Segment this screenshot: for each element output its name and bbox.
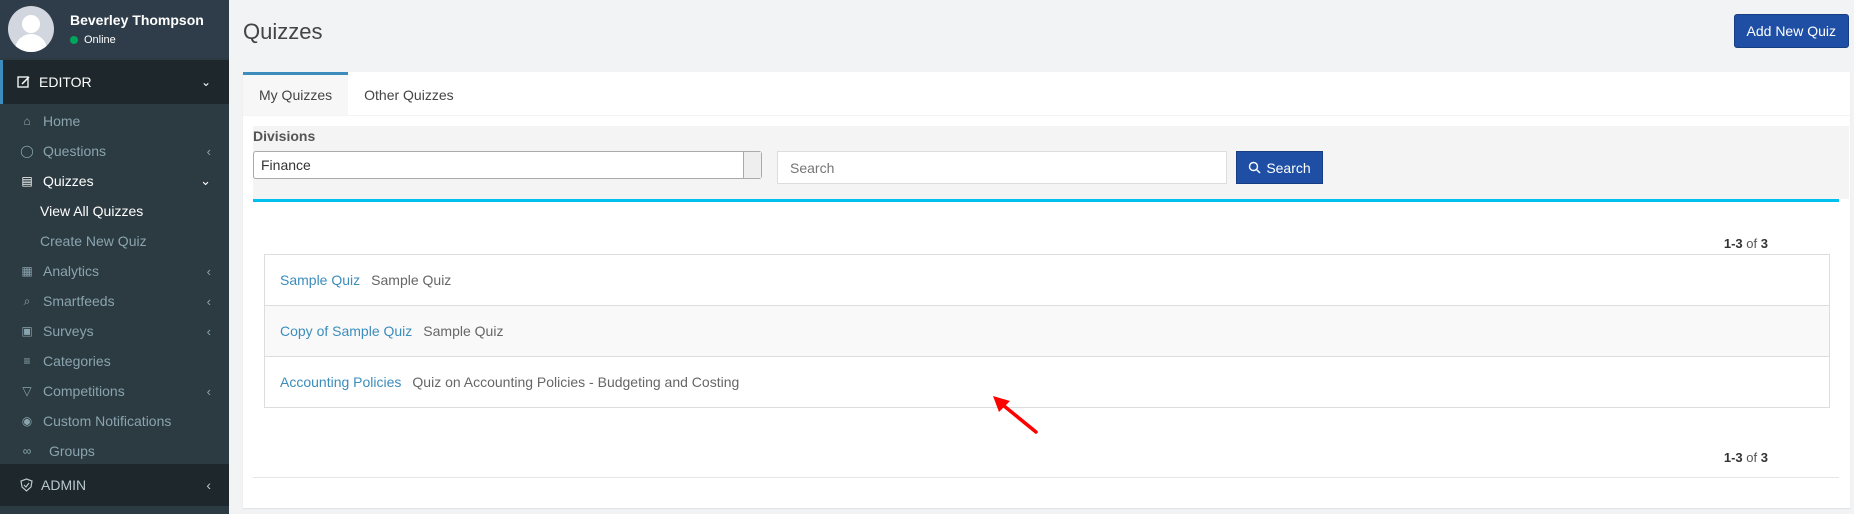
online-dot-icon — [70, 36, 78, 44]
filter-area: Divisions Finance Search — [253, 126, 1849, 199]
chevron-left-icon: ‹ — [206, 263, 211, 279]
sidebar-subitem-create-new-quiz[interactable]: Create New Quiz — [0, 226, 229, 256]
quiz-title-link[interactable]: Accounting Policies — [280, 374, 401, 390]
quiz-description: Quiz on Accounting Policies - Budgeting … — [412, 374, 740, 390]
user-panel: Beverley Thompson Online — [0, 0, 229, 58]
user-status-label: Online — [84, 34, 116, 46]
user-info: Beverley Thompson Online — [70, 12, 204, 46]
page-title: Quizzes — [243, 19, 323, 44]
sidebar-item-competitions[interactable]: ▽ Competitions ‹ — [0, 376, 229, 406]
quizzes-box: My Quizzes Other Quizzes Divisions Finan… — [243, 72, 1850, 508]
pagination-range: 1-3 — [1723, 450, 1743, 465]
quiz-description: Sample Quiz — [371, 272, 452, 288]
sidebar-item-groups[interactable]: ∞ Groups — [0, 436, 229, 466]
sidebar-item-label: Quizzes — [43, 173, 94, 189]
sidebar-section-editor-label: EDITOR — [39, 74, 92, 90]
quiz-tabs: My Quizzes Other Quizzes — [243, 72, 1850, 116]
sidebar-item-home[interactable]: ⌂ Home — [0, 106, 229, 136]
sidebar-item-label: Smartfeeds — [43, 293, 115, 309]
chevron-down-icon: ⌄ — [200, 173, 211, 188]
bell-icon: ◉ — [21, 414, 33, 428]
sidebar-item-questions[interactable]: ◯ Questions ‹ — [0, 136, 229, 166]
search-input[interactable] — [777, 151, 1227, 184]
sidebar-subitem-view-all-quizzes[interactable]: View All Quizzes — [0, 196, 229, 226]
search-icon — [1249, 161, 1261, 174]
quiz-list: Sample Quiz Sample Quiz Copy of Sample Q… — [264, 254, 1830, 408]
sidebar-item-label: Groups — [49, 443, 95, 459]
add-new-quiz-button[interactable]: Add New Quiz — [1733, 14, 1849, 48]
sidebar-subitem-label: Create New Quiz — [40, 233, 147, 249]
sidebar-item-categories[interactable]: ≡ Categories — [0, 346, 229, 376]
chevron-left-icon: ‹ — [206, 143, 211, 159]
sidebar-item-label: Competitions — [43, 383, 125, 399]
quiz-title-link[interactable]: Copy of Sample Quiz — [280, 323, 412, 339]
avatar — [8, 6, 54, 52]
sidebar-item-label: Surveys — [43, 323, 94, 339]
main-content: Quizzes Add New Quiz My Quizzes Other Qu… — [229, 0, 1854, 514]
quiz-icon: ▤ — [21, 174, 33, 188]
sidebar-item-smartfeeds[interactable]: ⌕ Smartfeeds ‹ — [0, 286, 229, 316]
search-button[interactable]: Search — [1236, 151, 1323, 184]
select-arrow-icon — [743, 152, 761, 178]
sidebar-item-label: Custom Notifications — [43, 413, 172, 429]
user-status: Online — [70, 34, 204, 46]
pagination-bottom: 1-3 of 3 — [1724, 450, 1768, 465]
sidebar-subitem-label: View All Quizzes — [40, 203, 144, 219]
sidebar-item-label: Home — [43, 113, 81, 129]
user-name: Beverley Thompson — [70, 12, 204, 28]
list-item: Accounting Policies Quiz on Accounting P… — [265, 356, 1829, 407]
edit-icon — [17, 76, 30, 88]
sidebar-item-label: Analytics — [43, 263, 100, 279]
comment-icon: ◯ — [20, 144, 34, 158]
chevron-left-icon: ‹ — [206, 477, 211, 493]
trophy-icon: ▽ — [22, 384, 32, 398]
divisions-selected-value: Finance — [261, 157, 311, 173]
sidebar-item-surveys[interactable]: ▣ Surveys ‹ — [0, 316, 229, 346]
pagination-range: 1-3 — [1723, 236, 1743, 251]
tab-my-quizzes[interactable]: My Quizzes — [243, 72, 349, 115]
divisions-label: Divisions — [253, 128, 316, 144]
sidebar-section-editor[interactable]: EDITOR ⌄ — [0, 60, 229, 104]
tab-other-quizzes[interactable]: Other Quizzes — [348, 72, 469, 115]
chevron-left-icon: ‹ — [206, 383, 211, 399]
list-item: Sample Quiz Sample Quiz — [265, 255, 1829, 305]
sidebar-menu: ⌂ Home ◯ Questions ‹ ▤ Quizzes ⌄ View Al… — [0, 104, 229, 466]
chevron-left-icon: ‹ — [206, 323, 211, 339]
list-item: Copy of Sample Quiz Sample Quiz — [265, 305, 1829, 356]
pagination-top: 1-3 of 3 — [1724, 236, 1768, 251]
pagination-total: 3 — [1760, 450, 1768, 465]
sidebar-item-quizzes[interactable]: ▤ Quizzes ⌄ — [0, 166, 229, 196]
pagination-of: of — [1746, 450, 1758, 465]
sidebar-item-analytics[interactable]: ▦ Analytics ‹ — [0, 256, 229, 286]
chevron-down-icon: ⌄ — [200, 75, 211, 89]
clipboard-icon: ▣ — [21, 324, 33, 338]
quiz-title-link[interactable]: Sample Quiz — [280, 272, 360, 288]
link-icon: ∞ — [22, 444, 32, 458]
pagination-total: 3 — [1760, 236, 1768, 251]
chevron-left-icon: ‹ — [206, 293, 211, 309]
filter-divider — [253, 199, 1839, 202]
divisions-select[interactable]: Finance — [253, 151, 762, 179]
home-icon: ⌂ — [23, 114, 31, 128]
red-arrow-annotation-icon — [993, 396, 1038, 434]
quiz-description: Sample Quiz — [423, 323, 504, 339]
search-button-label: Search — [1266, 159, 1311, 176]
feed-icon: ⌕ — [23, 293, 31, 308]
sidebar: Beverley Thompson Online EDITOR ⌄ ⌂ Home… — [0, 0, 229, 514]
pagination-of: of — [1746, 236, 1758, 251]
bottom-divider — [253, 477, 1839, 478]
sidebar-section-admin-label: ADMIN — [41, 477, 87, 493]
sidebar-item-label: Categories — [43, 353, 111, 369]
sidebar-item-custom-notifications[interactable]: ◉ Custom Notifications — [0, 406, 229, 436]
sidebar-item-label: Questions — [43, 143, 107, 159]
shield-icon — [20, 478, 33, 492]
list-icon: ≡ — [23, 354, 31, 368]
bar-chart-icon: ▦ — [21, 264, 33, 278]
sidebar-section-admin[interactable]: ADMIN ‹ — [0, 464, 229, 506]
